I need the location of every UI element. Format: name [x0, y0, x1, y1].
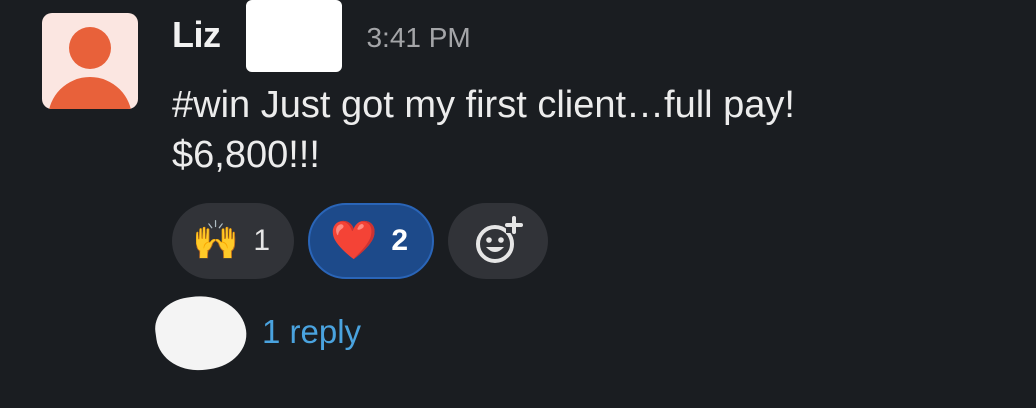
redaction-mark	[246, 0, 342, 72]
sender-name-text: Liz	[172, 14, 221, 55]
reply-avatar	[151, 290, 251, 376]
thread-summary[interactable]: 1 reply	[151, 290, 361, 376]
reaction-count: 1	[253, 224, 271, 257]
message-text: #win Just got my first client…full pay! …	[172, 80, 992, 180]
reaction-count: 2	[391, 224, 409, 257]
user-avatar[interactable]	[42, 13, 138, 109]
message-timestamp[interactable]: 3:41 PM	[366, 22, 470, 54]
reaction-raised-hands[interactable]: 🙌 1	[172, 203, 295, 279]
message-header: Liz 3:41 PM	[172, 0, 471, 72]
message-text-line: $6,800!!!	[172, 134, 320, 176]
sender-name[interactable]: Liz	[172, 0, 348, 72]
heart-icon: ❤️	[330, 220, 378, 262]
reaction-heart[interactable]: ❤️ 2	[308, 203, 435, 279]
add-reaction-icon	[476, 216, 524, 263]
reply-count-link[interactable]: 1 reply	[262, 313, 361, 351]
raised-hands-icon: 🙌	[192, 220, 240, 262]
redaction-mark	[151, 290, 251, 376]
message-text-line: #win Just got my first client…full pay!	[172, 84, 795, 126]
message: Liz 3:41 PM #win Just got my first clien…	[0, 0, 1036, 408]
avatar-body-shape	[48, 77, 132, 109]
reactions-bar: 🙌 1 ❤️ 2	[172, 203, 549, 279]
avatar-head-shape	[69, 27, 111, 69]
add-reaction-button[interactable]	[448, 203, 549, 279]
